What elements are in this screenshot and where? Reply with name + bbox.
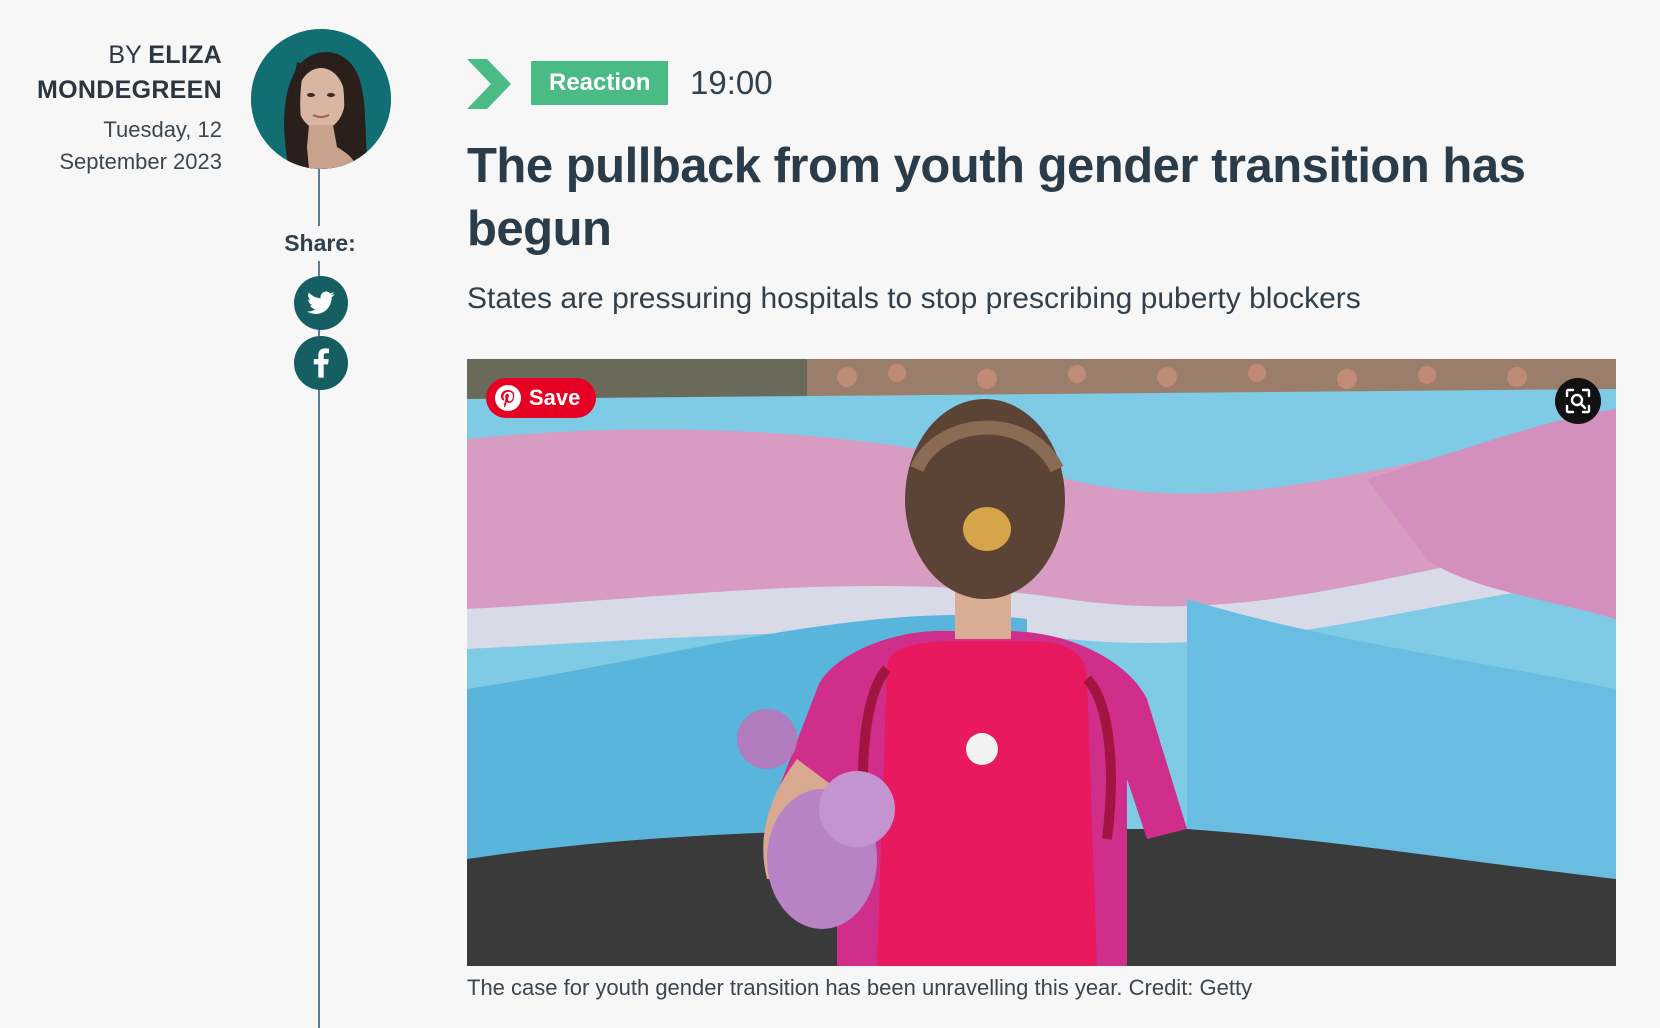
- author-last-name[interactable]: MONDEGREEN: [37, 76, 222, 104]
- publish-time: 19:00: [690, 64, 773, 101]
- article-headline: The pullback from youth gender transitio…: [467, 139, 1526, 256]
- section-chevron-icon: [467, 59, 511, 109]
- visual-search-icon: [1565, 388, 1591, 414]
- publish-date: Tuesday, 12 September 2023: [0, 114, 222, 178]
- share-label: Share:: [270, 226, 370, 261]
- visual-search-button[interactable]: [1555, 378, 1601, 424]
- author-avatar[interactable]: [251, 29, 391, 169]
- lead-image[interactable]: Save: [467, 359, 1616, 966]
- author-first-name[interactable]: ELIZA: [148, 41, 222, 69]
- pinterest-save-label: Save: [529, 385, 581, 410]
- share-facebook-button[interactable]: [294, 336, 348, 390]
- article-standfirst: States are pressuring hospitals to stop …: [467, 282, 1361, 315]
- date-line-1: Tuesday, 12: [103, 117, 222, 142]
- image-caption: The case for youth gender transition has…: [467, 975, 1253, 1000]
- pinterest-icon: [495, 385, 521, 411]
- share-twitter-button[interactable]: [294, 276, 348, 330]
- pinterest-save-button[interactable]: Save: [486, 378, 597, 418]
- twitter-icon: [307, 291, 335, 314]
- lead-image-picture: [467, 359, 1616, 966]
- date-line-2: September 2023: [59, 149, 222, 174]
- byline-prefix: BY: [108, 41, 142, 69]
- author-byline[interactable]: BY ELIZA MONDEGREEN: [0, 38, 222, 108]
- section-tag-reaction[interactable]: Reaction: [531, 61, 669, 105]
- facebook-icon: [313, 348, 329, 378]
